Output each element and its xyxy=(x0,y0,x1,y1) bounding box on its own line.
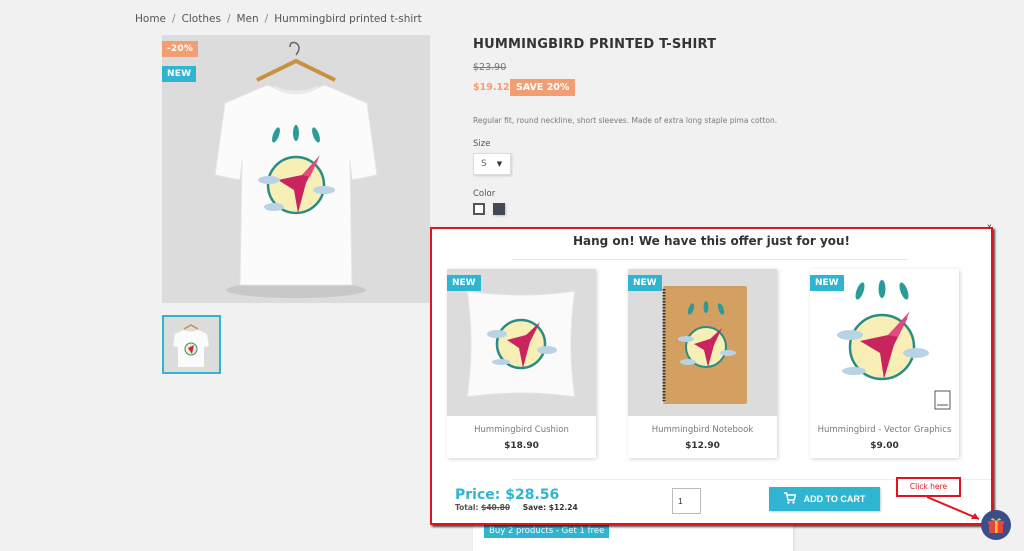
tshirt-image xyxy=(214,41,378,298)
size-value: S xyxy=(481,159,487,169)
quantity-input[interactable] xyxy=(672,488,701,514)
bundle-total: Total: $40.80 Save: $12.24 xyxy=(455,503,578,512)
new-flag: NEW xyxy=(628,275,662,291)
gift-icon xyxy=(988,518,1004,533)
offer-product-card[interactable]: NEW Hummingbird - Vector Graphics $9.00 xyxy=(810,269,959,458)
total-label: Total: xyxy=(455,503,479,512)
new-flag: NEW xyxy=(810,275,844,291)
cart-icon xyxy=(783,492,797,506)
offer-product-name[interactable]: Hummingbird Notebook xyxy=(628,425,777,435)
discount-flag: -20% xyxy=(162,41,199,57)
size-select[interactable]: S ▼ xyxy=(473,153,511,175)
offer-product-price: $18.90 xyxy=(504,441,539,451)
notebook-image: NEW xyxy=(628,269,777,416)
offer-product-name[interactable]: Hummingbird - Vector Graphics xyxy=(810,425,959,435)
gift-button[interactable] xyxy=(981,510,1011,540)
bundle-price: Price: $28.56 xyxy=(455,487,560,503)
breadcrumb-clothes[interactable]: Clothes xyxy=(182,13,221,25)
breadcrumb-separator: / xyxy=(264,13,269,25)
breadcrumb-home[interactable]: Home xyxy=(135,13,166,25)
add-to-cart-label: ADD TO CART xyxy=(803,494,866,504)
product-thumbnail[interactable] xyxy=(162,315,221,374)
breadcrumb-men[interactable]: Men xyxy=(236,13,258,25)
color-swatch-white[interactable] xyxy=(473,203,485,215)
vector-graphics-image: NEW xyxy=(810,269,959,416)
breadcrumb: Home / Clothes / Men / Hummingbird print… xyxy=(135,13,422,25)
size-label: Size xyxy=(473,139,491,149)
annotation-callout: Click here xyxy=(896,477,961,497)
product-title: HUMMINGBIRD PRINTED T-SHIRT xyxy=(473,37,717,52)
tshirt-thumbnail-image xyxy=(173,324,209,367)
product-description: Regular fit, round neckline, short sleev… xyxy=(473,116,778,125)
current-price: $19.12 xyxy=(473,82,510,93)
offer-product-card[interactable]: NEW Hummingbird Cushion $18.90 xyxy=(447,269,596,458)
divider xyxy=(512,259,907,260)
new-flag: NEW xyxy=(162,66,197,82)
offer-product-price: $9.00 xyxy=(870,441,899,451)
new-flag: NEW xyxy=(447,275,481,291)
save-amount: Save: $12.24 xyxy=(522,503,578,512)
breadcrumb-separator: / xyxy=(226,13,231,25)
total-value: $40.80 xyxy=(481,503,511,512)
offer-product-price: $12.90 xyxy=(685,441,720,451)
regular-price: $23.90 xyxy=(473,62,507,73)
svg-file-icon xyxy=(934,390,951,410)
color-label: Color xyxy=(473,189,496,199)
breadcrumb-current: Hummingbird printed t-shirt xyxy=(274,13,422,25)
promo-tag: Buy 2 products - Get 1 free xyxy=(484,524,610,538)
color-swatch-black[interactable] xyxy=(493,203,505,215)
annotation-arrow-icon xyxy=(926,496,980,520)
discount-badge: SAVE 20% xyxy=(510,79,576,96)
cushion-image: NEW xyxy=(447,269,596,416)
product-main-image[interactable]: -20% NEW xyxy=(162,35,430,303)
offer-product-name[interactable]: Hummingbird Cushion xyxy=(447,425,596,435)
add-to-cart-button[interactable]: ADD TO CART xyxy=(769,487,880,511)
offer-product-card[interactable]: NEW Hummingbird Notebook $12.90 xyxy=(628,269,777,458)
breadcrumb-separator: / xyxy=(172,13,176,25)
caret-down-icon: ▼ xyxy=(496,160,503,168)
offer-modal-title: Hang on! We have this offer just for you… xyxy=(572,234,851,248)
